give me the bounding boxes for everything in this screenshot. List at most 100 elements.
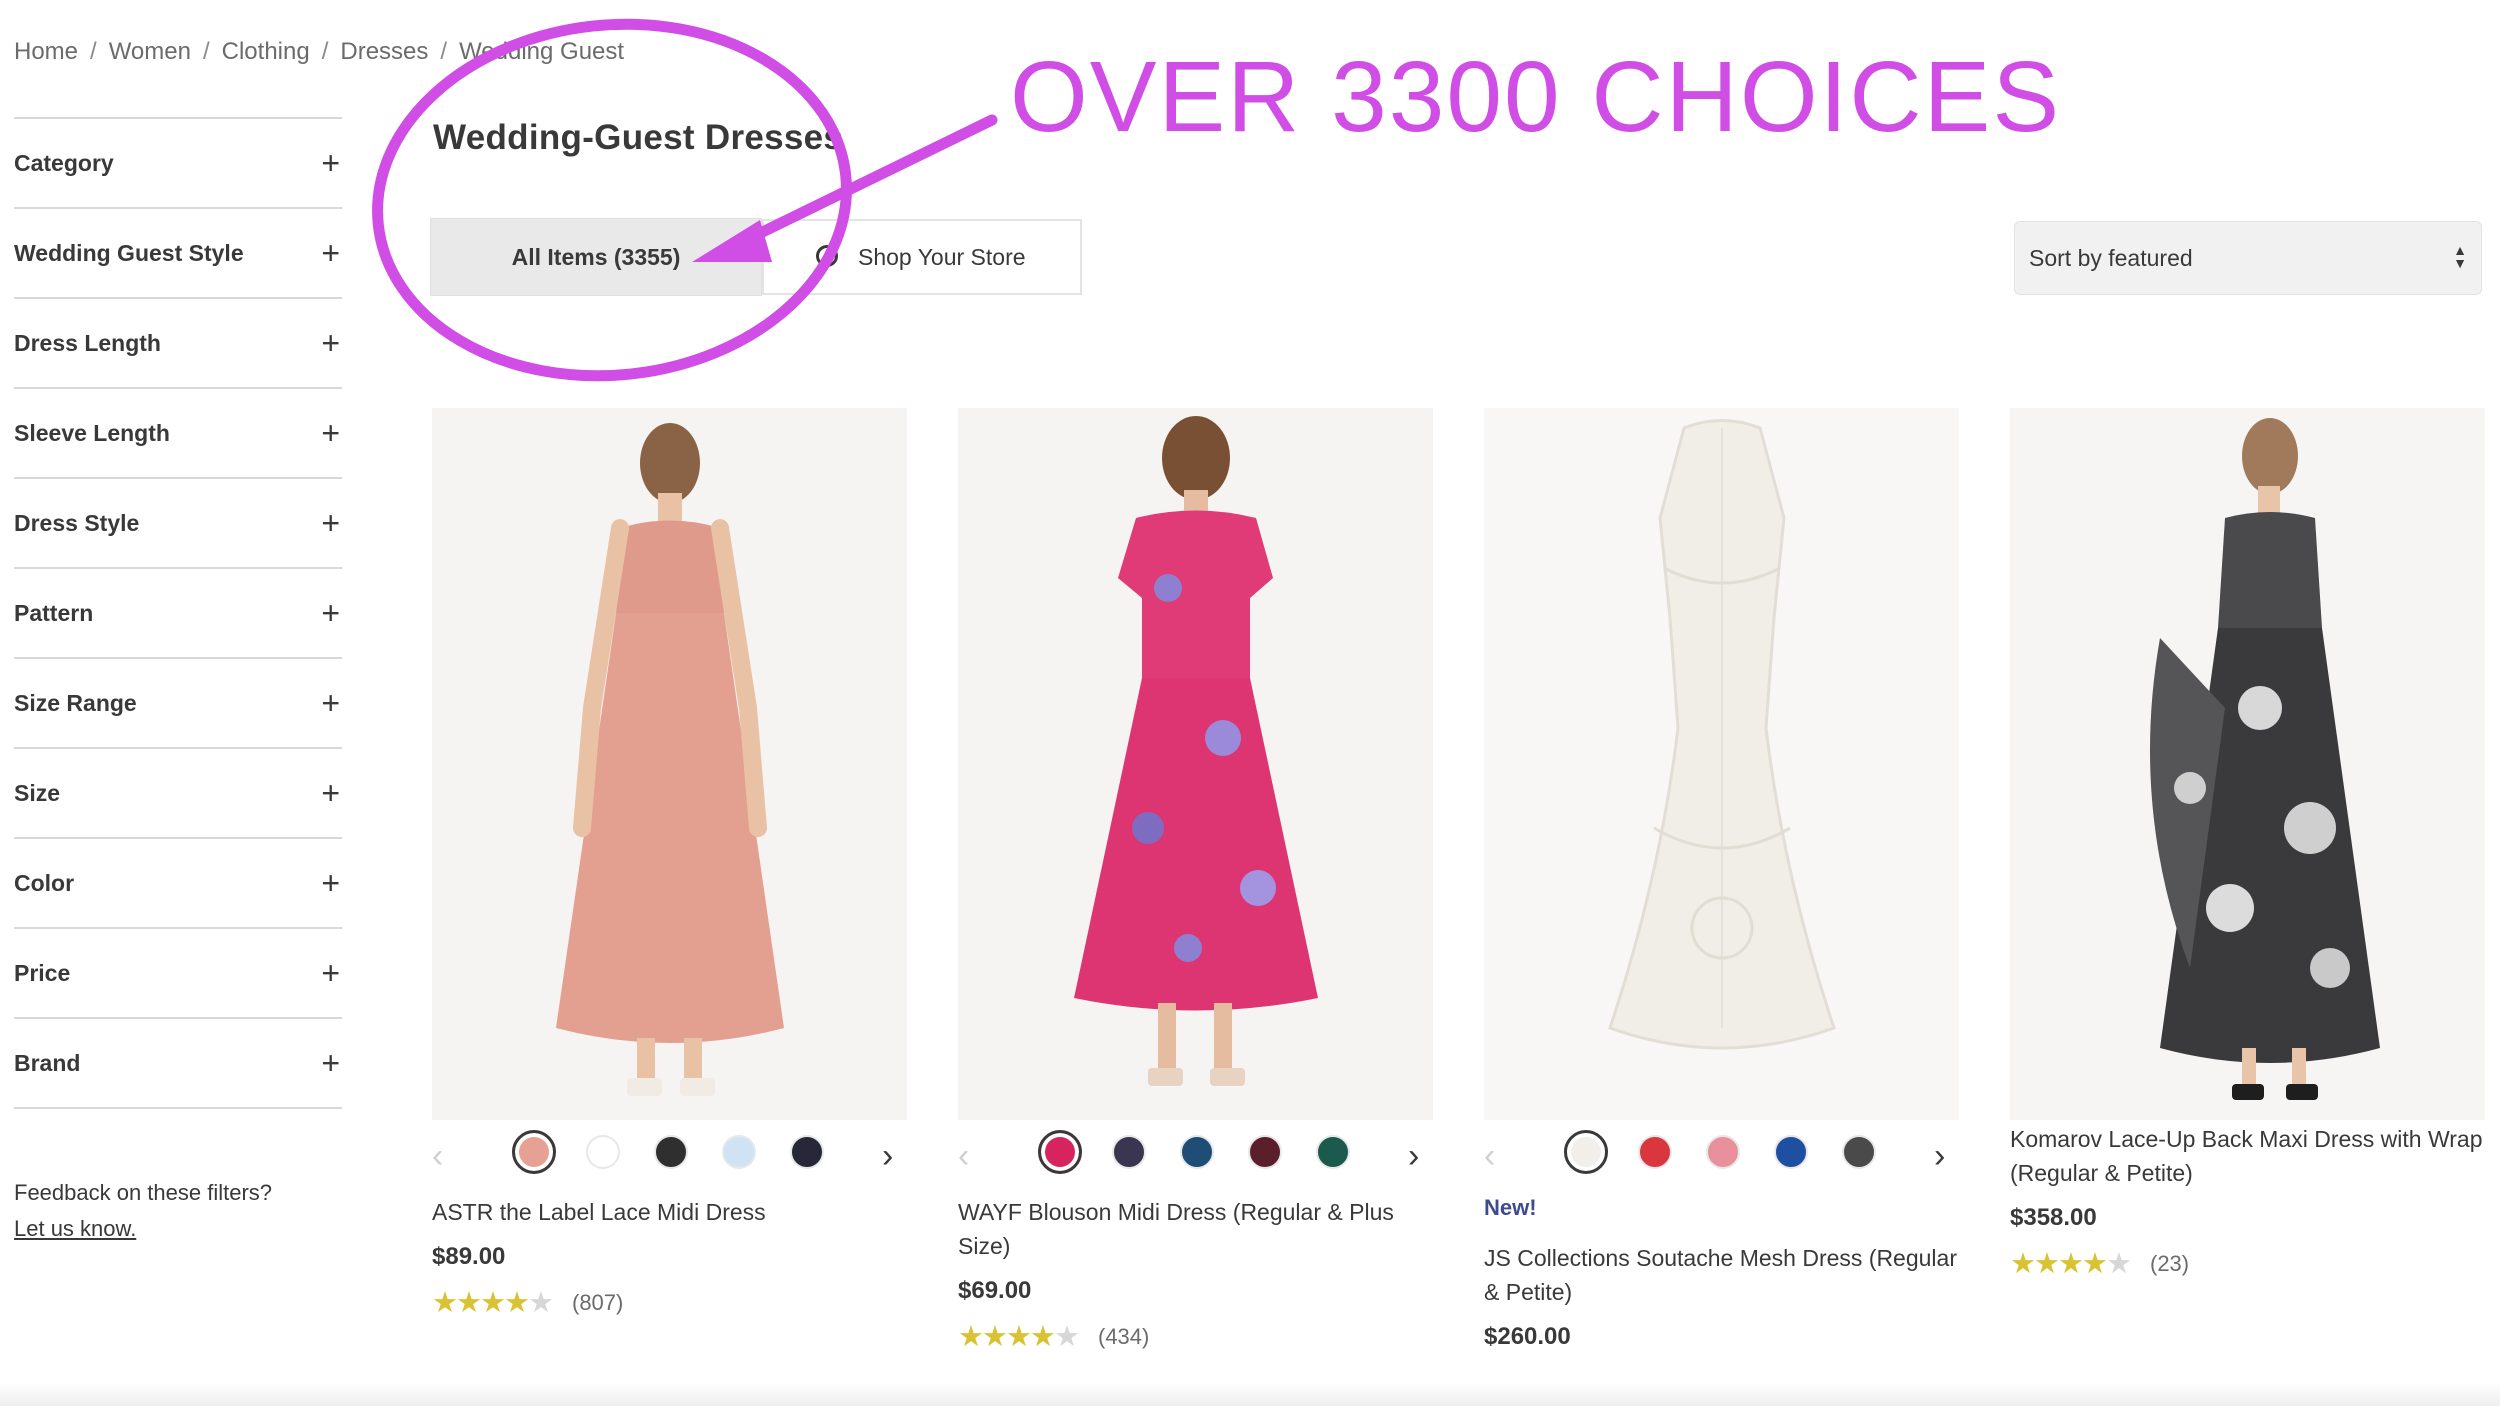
color-swatch[interactable] [1706, 1135, 1740, 1169]
plus-icon: + [321, 505, 340, 541]
filter-size[interactable]: Size + [14, 747, 342, 837]
product-name[interactable]: Komarov Lace-Up Back Maxi Dress with Wra… [2010, 1122, 2485, 1190]
filter-label: Dress Style [14, 509, 140, 536]
color-swatch[interactable] [1774, 1135, 1808, 1169]
product-card[interactable]: Komarov Lace-Up Back Maxi Dress with Wra… [2010, 408, 2485, 1281]
product-image[interactable] [1484, 408, 1959, 1120]
plus-icon: + [321, 1045, 340, 1081]
plus-icon: + [321, 595, 340, 631]
product-card[interactable]: ‹ › New! JS Collections Soutache Mesh Dr… [1484, 408, 1959, 1351]
product-price: $260.00 [1484, 1323, 1571, 1350]
color-swatch[interactable] [1180, 1135, 1214, 1169]
color-swatch[interactable] [1564, 1130, 1608, 1174]
product-rating: ★★★★★ (807) [432, 1285, 907, 1320]
filter-wedding-guest-style[interactable]: Wedding Guest Style + [14, 207, 342, 297]
product-card[interactable]: ‹ › ASTR the Label Lace Midi Dress $89.0… [432, 408, 907, 1320]
tab-shop-your-store-label: Shop Your Store [858, 243, 1026, 270]
filter-color[interactable]: Color + [14, 837, 342, 927]
color-swatch[interactable] [1842, 1135, 1876, 1169]
filter-pattern[interactable]: Pattern + [14, 567, 342, 657]
dress-illustration [432, 408, 907, 1120]
color-swatches: ‹ › [958, 1125, 1433, 1195]
plus-icon: + [321, 775, 340, 811]
plus-icon: + [321, 955, 340, 991]
product-image[interactable] [2010, 408, 2485, 1120]
color-swatch[interactable] [790, 1135, 824, 1169]
star-rating-icon: ★★★★★ [958, 1321, 1080, 1353]
chevron-right-icon[interactable]: › [1934, 1139, 1945, 1173]
feedback-text: Feedback on these filters? [14, 1180, 273, 1205]
page-title: Wedding-Guest Dresses [433, 118, 844, 157]
filter-dress-style[interactable]: Dress Style + [14, 477, 342, 567]
product-card[interactable]: ‹ › WAYF Blouson Midi Dress (Regular & P… [958, 408, 1433, 1354]
color-swatch[interactable] [722, 1135, 756, 1169]
product-price: $358.00 [2010, 1204, 2097, 1231]
product-name[interactable]: JS Collections Soutache Mesh Dress (Regu… [1484, 1241, 1959, 1309]
breadcrumb-women[interactable]: Women [109, 38, 191, 65]
color-swatch[interactable] [1316, 1135, 1350, 1169]
tab-shop-your-store[interactable]: Shop Your Store [762, 219, 1082, 295]
color-swatch[interactable] [654, 1135, 688, 1169]
filter-brand[interactable]: Brand + [14, 1017, 342, 1107]
color-swatch[interactable] [586, 1135, 620, 1169]
star-rating-icon: ★★★★★ [2010, 1248, 2132, 1280]
star-rating-icon: ★★★★★ [432, 1287, 554, 1319]
breadcrumb-clothing[interactable]: Clothing [222, 38, 310, 65]
color-swatch[interactable] [1638, 1135, 1672, 1169]
filter-label: Brand [14, 1049, 81, 1076]
breadcrumb-dresses[interactable]: Dresses [340, 38, 428, 65]
plus-icon: + [321, 235, 340, 271]
breadcrumb-current: Wedding Guest [459, 38, 625, 65]
divider [14, 1107, 342, 1109]
breadcrumb-home[interactable]: Home [14, 38, 78, 65]
plus-icon: + [321, 415, 340, 451]
chevron-right-icon[interactable]: › [882, 1139, 893, 1173]
filter-label: Category [14, 149, 114, 176]
product-price: $89.00 [432, 1243, 506, 1270]
color-swatch[interactable] [1112, 1135, 1146, 1169]
color-swatches: ‹ › [1484, 1125, 1959, 1195]
breadcrumb-separator: / [202, 38, 210, 65]
product-image[interactable] [958, 408, 1433, 1120]
color-swatch[interactable] [1248, 1135, 1282, 1169]
color-swatch[interactable] [1038, 1130, 1082, 1174]
filter-label: Dress Length [14, 329, 161, 356]
color-swatch[interactable] [512, 1130, 556, 1174]
filter-label: Price [14, 959, 71, 986]
color-swatches: ‹ › [432, 1125, 907, 1195]
filter-size-range[interactable]: Size Range + [14, 657, 342, 747]
dress-illustration [1484, 408, 1959, 1120]
dress-illustration [958, 408, 1433, 1120]
tab-all-items-label: All Items (3355) [511, 243, 681, 270]
chevron-left-icon[interactable]: ‹ [432, 1139, 443, 1173]
chevron-right-icon[interactable]: › [1408, 1139, 1419, 1173]
plus-icon: + [321, 145, 340, 181]
filter-sleeve-length[interactable]: Sleeve Length + [14, 387, 342, 477]
filter-price[interactable]: Price + [14, 927, 342, 1017]
product-price: $69.00 [958, 1277, 1032, 1304]
breadcrumb-separator: / [321, 38, 329, 65]
plus-icon: + [321, 325, 340, 361]
location-pin-icon [816, 245, 838, 267]
filter-sidebar: Category + Wedding Guest Style + Dress Len… [14, 117, 342, 1109]
product-image[interactable] [432, 408, 907, 1120]
filter-category[interactable]: Category + [14, 117, 342, 207]
breadcrumb-separator: / [90, 38, 97, 65]
product-name[interactable]: WAYF Blouson Midi Dress (Regular & Plus … [958, 1195, 1433, 1263]
filter-label: Wedding Guest Style [14, 239, 244, 266]
bottom-shadow [0, 1383, 2500, 1406]
dress-illustration [2010, 408, 2485, 1120]
review-count: (23) [2150, 1250, 2190, 1276]
tab-all-items[interactable]: All Items (3355) [430, 218, 762, 296]
select-arrows-icon: ▲ ▼ [2453, 242, 2467, 271]
sort-select[interactable]: Sort by featured ▲ ▼ [2014, 221, 2482, 295]
chevron-left-icon[interactable]: ‹ [958, 1139, 969, 1173]
filter-label: Size Range [14, 689, 137, 716]
product-rating: ★★★★★ (434) [958, 1319, 1433, 1354]
product-name[interactable]: ASTR the Label Lace Midi Dress [432, 1195, 907, 1229]
filter-label: Color [14, 869, 75, 896]
chevron-left-icon[interactable]: ‹ [1484, 1139, 1495, 1173]
filter-dress-length[interactable]: Dress Length + [14, 297, 342, 387]
new-badge: New! [1484, 1195, 1537, 1220]
feedback-link[interactable]: Let us know. [14, 1211, 272, 1247]
